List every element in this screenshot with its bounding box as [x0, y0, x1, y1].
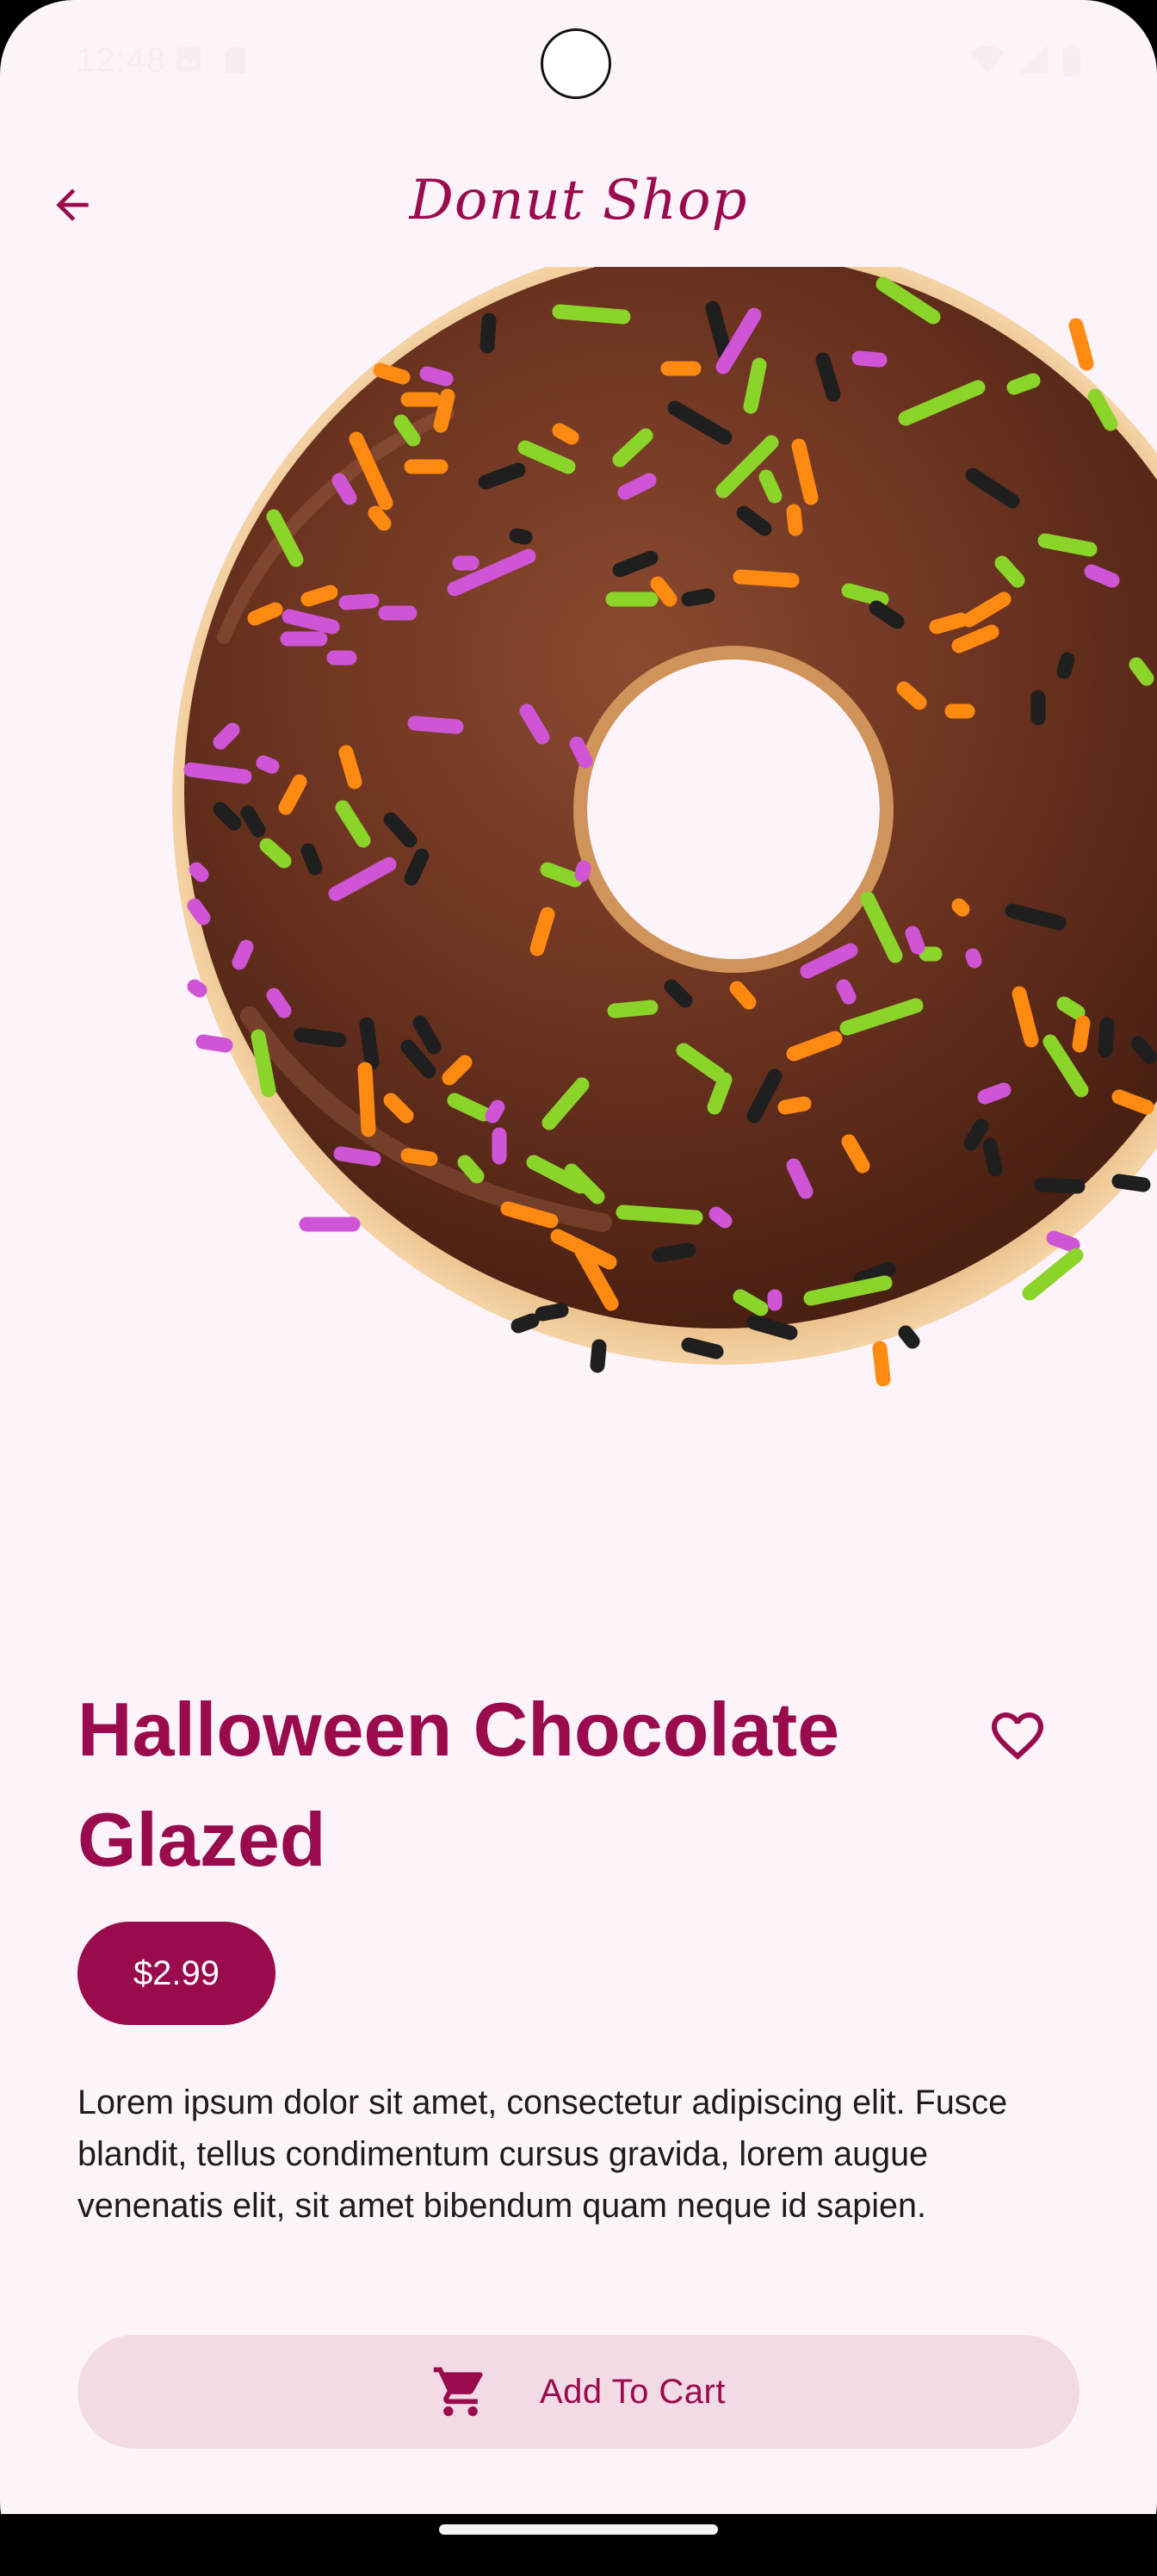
favorite-button[interactable]	[978, 1696, 1057, 1775]
add-to-cart-button[interactable]: Add To Cart	[77, 2335, 1080, 2449]
status-right-icons	[969, 45, 1081, 77]
cellular-signal-icon	[1020, 46, 1048, 73]
status-bar: 12:48	[0, 0, 1157, 129]
status-time: 12:48	[76, 41, 167, 79]
sim-card-icon	[225, 47, 245, 73]
donut-image	[172, 237, 1157, 1387]
navigation-bar	[0, 2514, 1157, 2576]
app-title: Donut Shop	[409, 169, 748, 232]
image-notification-icon	[176, 47, 201, 71]
price-badge: $2.99	[77, 1922, 275, 2025]
product-title: Halloween Chocolate Glazed	[77, 1687, 840, 1882]
battery-icon	[1063, 45, 1080, 77]
heart-outline-icon	[992, 1712, 1043, 1761]
app-bar: Donut Shop	[0, 138, 1157, 267]
camera-cutout	[541, 28, 611, 99]
add-to-cart-label: Add To Cart	[540, 2372, 726, 2411]
screen: 12:48 Donut Shop Halloween Chocolate Gla…	[0, 0, 1157, 2576]
home-indicator[interactable]	[439, 2524, 718, 2535]
product-image	[0, 237, 1157, 1387]
wifi-icon	[970, 46, 1005, 73]
status-left-icons	[176, 46, 246, 74]
shopping-cart-icon	[433, 2367, 483, 2417]
product-description: Lorem ipsum dolor sit amet, consectetur …	[77, 2084, 1008, 2225]
